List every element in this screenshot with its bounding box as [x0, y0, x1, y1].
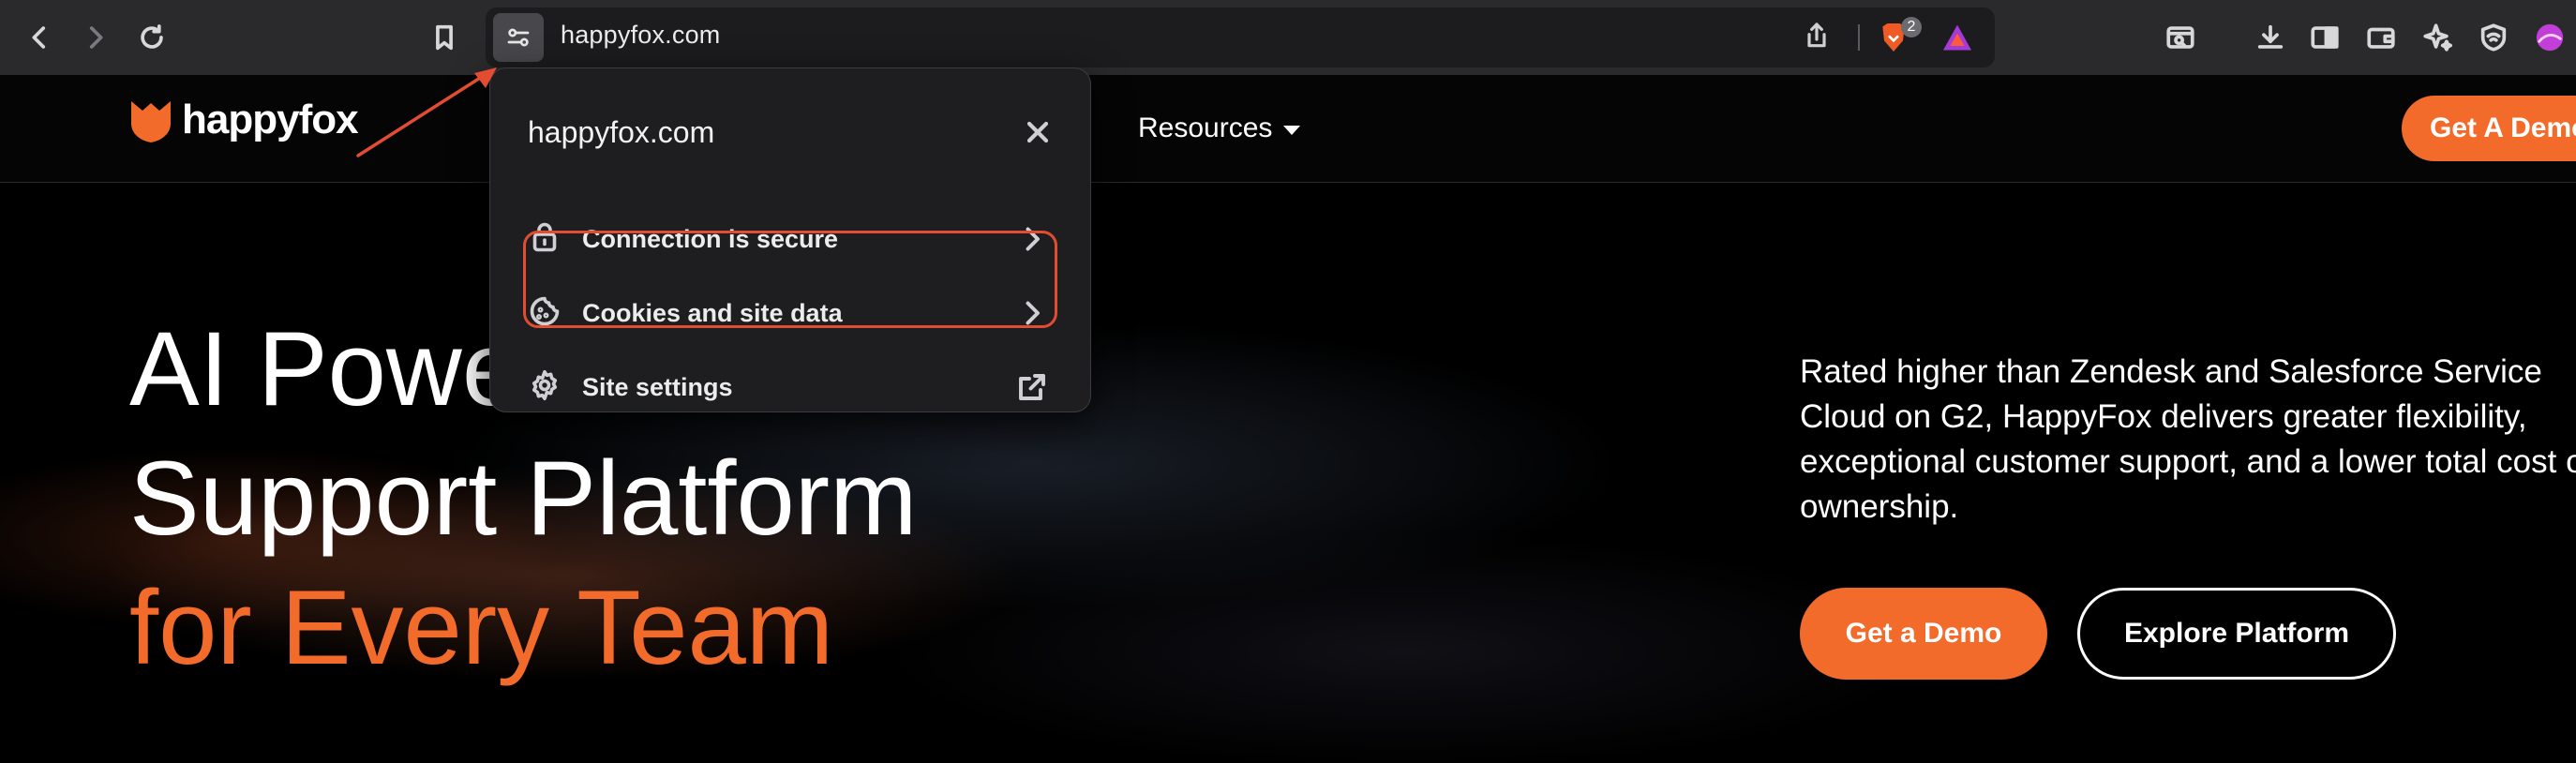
nav-resources-label: Resources: [1138, 112, 1273, 143]
sidebar-button[interactable]: [2302, 15, 2347, 60]
external-link-icon: [1015, 370, 1049, 404]
address-bar-divider: [1858, 24, 1860, 51]
leo-ai-button[interactable]: [2415, 15, 2460, 60]
brave-rewards-button[interactable]: [1939, 21, 1976, 54]
reader-mode-button[interactable]: [2158, 15, 2203, 60]
popover-close-button[interactable]: [1021, 115, 1055, 149]
rewards-triangle-icon: [1943, 24, 1971, 51]
cookie-icon: [528, 294, 565, 332]
nav-resources[interactable]: Resources: [1138, 112, 1301, 144]
hero-title-line-3: for Every Team: [129, 569, 834, 686]
shields-count-badge: 2: [1901, 17, 1922, 37]
connection-secure-item[interactable]: Connection is secure: [528, 211, 1053, 267]
caret-down-icon: [1283, 126, 1301, 135]
forward-icon: [89, 26, 103, 49]
popover-title: happyfox.com: [528, 115, 715, 149]
lock-icon: [528, 220, 565, 258]
vpn-button[interactable]: [2471, 15, 2516, 60]
bookmark-icon: [436, 24, 453, 51]
download-icon: [2257, 24, 2284, 49]
wallet-icon: [2367, 27, 2395, 49]
nav-get-demo-button[interactable]: Get A Demo: [2402, 96, 2576, 161]
share-button[interactable]: [1802, 21, 1835, 54]
site-settings-label: Site settings: [582, 372, 733, 401]
get-demo-button[interactable]: Get a Demo: [1800, 588, 2047, 680]
hero-description: Rated higher than Zendesk and Salesforce…: [1800, 353, 2576, 525]
connection-secure-label: Connection is secure: [582, 224, 839, 253]
close-icon: [1026, 121, 1049, 143]
hero-section: AI Powe Support Platform for Every Team …: [0, 183, 2576, 763]
logo-text: happyfox: [182, 97, 359, 142]
sparkle-icon: [2423, 23, 2453, 52]
hero-title-line-2: Support Platform: [129, 440, 918, 557]
profile-avatar-icon: [2536, 23, 2564, 52]
wallet-button[interactable]: [2359, 15, 2404, 60]
downloads-button[interactable]: [2248, 15, 2293, 60]
reader-icon: [2166, 26, 2194, 49]
profile-button[interactable]: [2527, 15, 2572, 60]
cookies-site-data-label: Cookies and site data: [582, 298, 843, 327]
vpn-shield-icon: [2480, 23, 2507, 52]
happyfox-logo[interactable]: happyfox: [129, 96, 359, 144]
url-text[interactable]: happyfox.com: [561, 21, 721, 50]
chevron-right-icon: [1015, 296, 1049, 330]
reload-button[interactable]: [129, 15, 174, 60]
gear-icon: [528, 368, 565, 406]
address-bar[interactable]: happyfox.com 2: [486, 7, 1995, 67]
site-settings-item[interactable]: Site settings: [528, 359, 1053, 415]
explore-platform-button[interactable]: Explore Platform: [2077, 588, 2396, 680]
tune-icon: [507, 28, 530, 47]
site-info-button[interactable]: [493, 13, 544, 62]
share-icon: [1807, 22, 1826, 48]
site-info-popover: happyfox.com Connection is secure Cookie…: [489, 67, 1091, 412]
chevron-right-icon: [1015, 222, 1049, 256]
forward-button[interactable]: [73, 15, 118, 60]
cookies-site-data-item[interactable]: Cookies and site data: [528, 285, 1053, 341]
reload-icon: [141, 24, 163, 49]
bookmark-button[interactable]: [422, 15, 467, 60]
annotation-arrow: [356, 67, 497, 157]
back-button[interactable]: [17, 15, 62, 60]
back-icon: [32, 26, 46, 49]
fox-logo-icon: [131, 101, 171, 142]
sidebar-icon: [2311, 26, 2339, 49]
